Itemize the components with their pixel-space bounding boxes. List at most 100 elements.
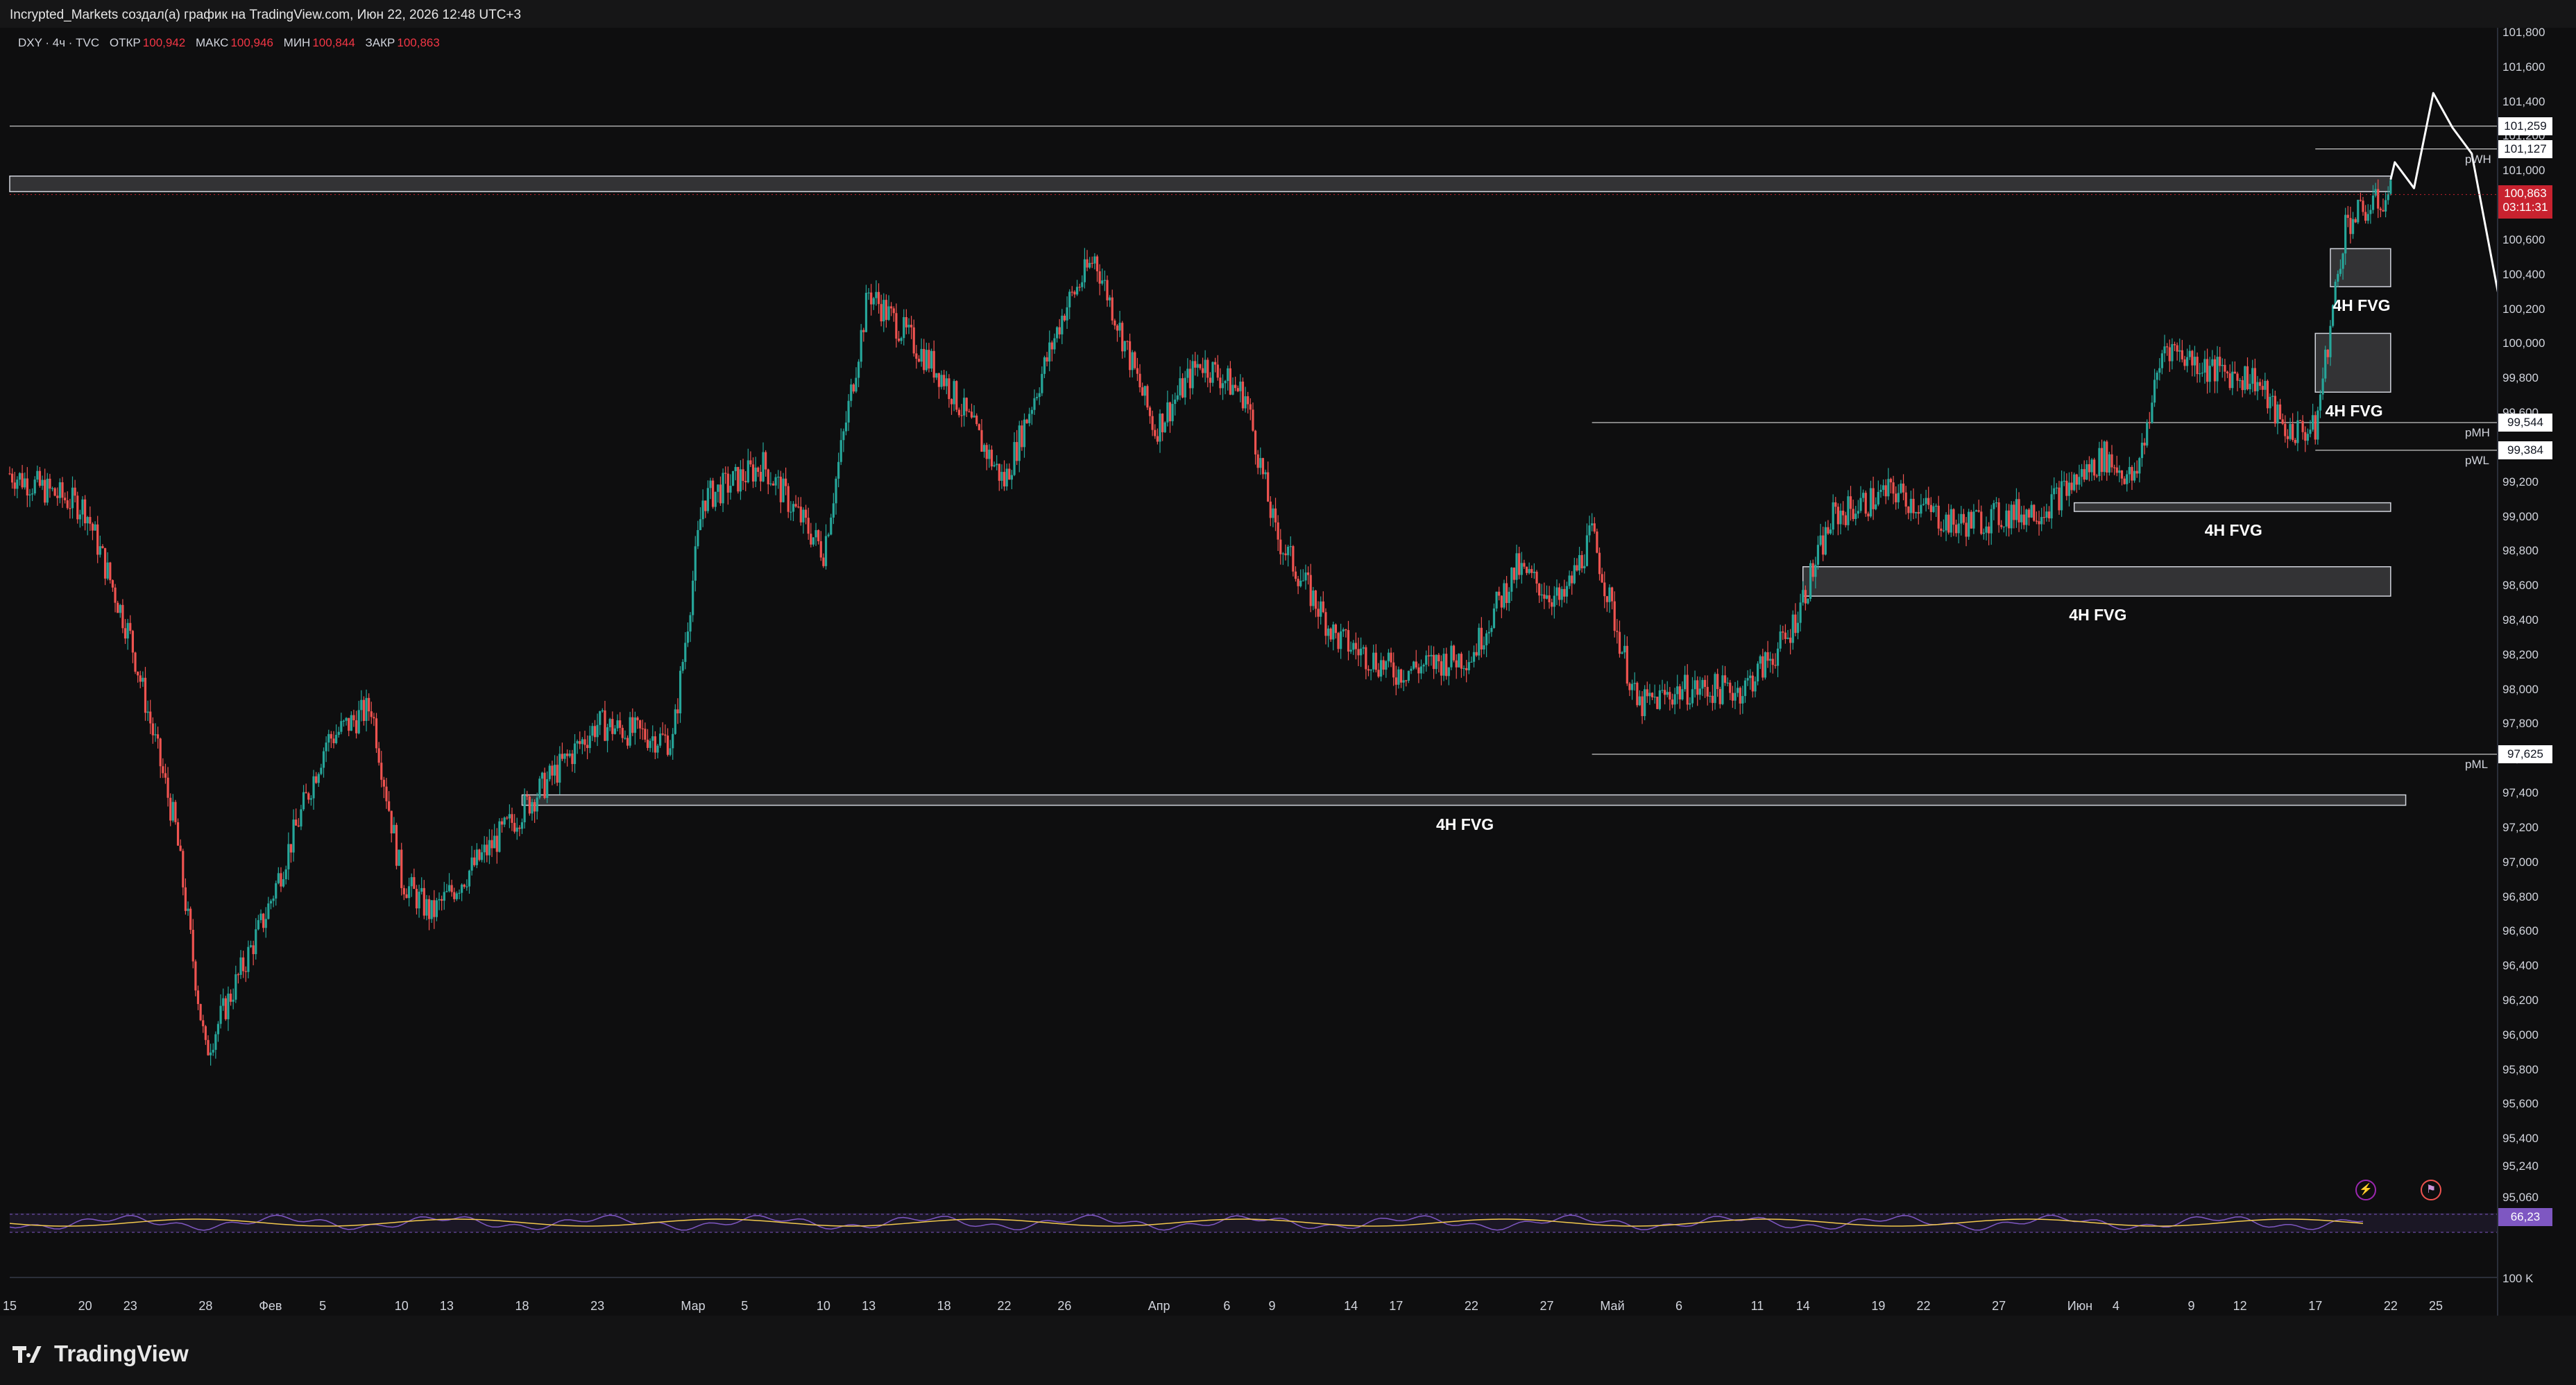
candle-body bbox=[920, 348, 923, 362]
candle-body bbox=[1980, 511, 1983, 534]
candle-body bbox=[1467, 662, 1470, 670]
candle-body bbox=[176, 822, 180, 846]
candle-body bbox=[307, 793, 310, 800]
candle-body bbox=[66, 500, 69, 509]
candle-body bbox=[1716, 674, 1719, 689]
candle-body bbox=[111, 580, 114, 588]
candle-body bbox=[543, 772, 546, 798]
price-scale[interactable] bbox=[2497, 28, 2576, 1316]
price-level-tag: 99,544 bbox=[2498, 413, 2552, 432]
candle-body bbox=[302, 792, 305, 810]
candle-body bbox=[1829, 529, 1832, 534]
candle-body bbox=[1769, 658, 1772, 661]
candle-body bbox=[561, 754, 564, 759]
candle-body bbox=[1836, 507, 1840, 525]
candle-body bbox=[1046, 357, 1048, 362]
fvg-zone-label: 4H FVG bbox=[2204, 521, 2262, 540]
tradingview-brand[interactable]: TradingView bbox=[12, 1341, 189, 1367]
candle-body bbox=[1111, 297, 1114, 321]
candle-body bbox=[1997, 502, 2000, 525]
candle-body bbox=[1425, 655, 1428, 665]
candle-body bbox=[1229, 368, 1231, 395]
y-tick-label: 96,200 bbox=[2502, 994, 2539, 1007]
fvg-zone bbox=[9, 176, 2391, 192]
candle-body bbox=[1089, 262, 1091, 268]
candle-body bbox=[2015, 499, 2018, 520]
candle-body bbox=[2258, 382, 2262, 386]
candle-body bbox=[1877, 491, 1879, 504]
x-tick-label: 13 bbox=[439, 1299, 454, 1313]
candle-body bbox=[2143, 442, 2146, 446]
candle-body bbox=[493, 835, 496, 849]
candle-body bbox=[850, 384, 853, 401]
candle-body bbox=[606, 727, 609, 741]
lightning-icon[interactable]: ⚡ bbox=[2355, 1180, 2376, 1200]
candle-body bbox=[1734, 692, 1737, 701]
candle-body bbox=[1804, 590, 1807, 604]
candle-body bbox=[1249, 404, 1252, 410]
candle-body bbox=[2108, 454, 2110, 473]
candle-body bbox=[659, 733, 662, 746]
y-tick-label: 101,600 bbox=[2502, 60, 2545, 74]
candle-body bbox=[996, 464, 998, 466]
candle-body bbox=[651, 736, 654, 741]
candle-body bbox=[232, 999, 234, 1002]
candle-body bbox=[1357, 649, 1360, 656]
candle-body bbox=[1786, 637, 1789, 639]
candle-body bbox=[410, 877, 413, 887]
candle-body bbox=[1151, 416, 1154, 430]
candle-body bbox=[591, 726, 594, 736]
candle-body bbox=[309, 798, 313, 800]
candle-body bbox=[1551, 602, 1553, 607]
candle-body bbox=[779, 477, 782, 502]
candle-body bbox=[1656, 696, 1659, 709]
x-tick-label: 5 bbox=[319, 1299, 327, 1313]
candle-body bbox=[1174, 399, 1177, 405]
candle-body bbox=[1671, 699, 1674, 705]
flag-icon[interactable]: ⚑ bbox=[2421, 1180, 2441, 1200]
price-level-label: pWL bbox=[2465, 453, 2489, 467]
candle-body bbox=[1329, 628, 1332, 640]
candle-body bbox=[1626, 645, 1628, 684]
candle-body bbox=[21, 473, 24, 488]
candle-body bbox=[2135, 470, 2138, 474]
candle-body bbox=[340, 721, 343, 732]
candle-body bbox=[892, 308, 895, 314]
candle-body bbox=[835, 478, 837, 504]
candle-body bbox=[1214, 362, 1217, 365]
fvg-zone-label: 4H FVG bbox=[2332, 296, 2391, 315]
candle-body bbox=[425, 899, 428, 916]
candle-body bbox=[907, 325, 910, 328]
candle-body bbox=[2379, 208, 2382, 210]
candle-body bbox=[2100, 448, 2104, 473]
candle-body bbox=[664, 734, 667, 736]
candle-body bbox=[1799, 602, 1802, 623]
candle-body bbox=[1538, 584, 1541, 596]
x-tick-label: 23 bbox=[123, 1299, 137, 1313]
candle-body bbox=[1993, 503, 1995, 509]
candle-body bbox=[1314, 590, 1317, 609]
candle-body bbox=[2171, 343, 2174, 362]
candle-body bbox=[2065, 480, 2068, 496]
candle-body bbox=[139, 675, 142, 682]
candle-body bbox=[2128, 467, 2131, 475]
candle-body bbox=[16, 479, 19, 489]
candle-body bbox=[686, 631, 690, 643]
candle-body bbox=[1528, 569, 1530, 573]
candle-body bbox=[478, 849, 481, 860]
candle-body bbox=[380, 763, 383, 780]
candle-body bbox=[438, 899, 441, 901]
candle-body bbox=[1063, 315, 1066, 321]
candle-body bbox=[2115, 467, 2118, 473]
candle-body bbox=[1766, 652, 1769, 661]
candle-body bbox=[1081, 282, 1084, 287]
candle-body bbox=[2203, 359, 2206, 373]
time-scale[interactable] bbox=[10, 1277, 2497, 1317]
candle-body bbox=[636, 717, 639, 721]
candle-body bbox=[1452, 645, 1456, 661]
candle-body bbox=[877, 291, 880, 305]
x-tick-label: 17 bbox=[2308, 1299, 2323, 1313]
candle-body bbox=[551, 765, 554, 776]
candle-body bbox=[275, 883, 278, 899]
candle-body bbox=[56, 495, 59, 498]
